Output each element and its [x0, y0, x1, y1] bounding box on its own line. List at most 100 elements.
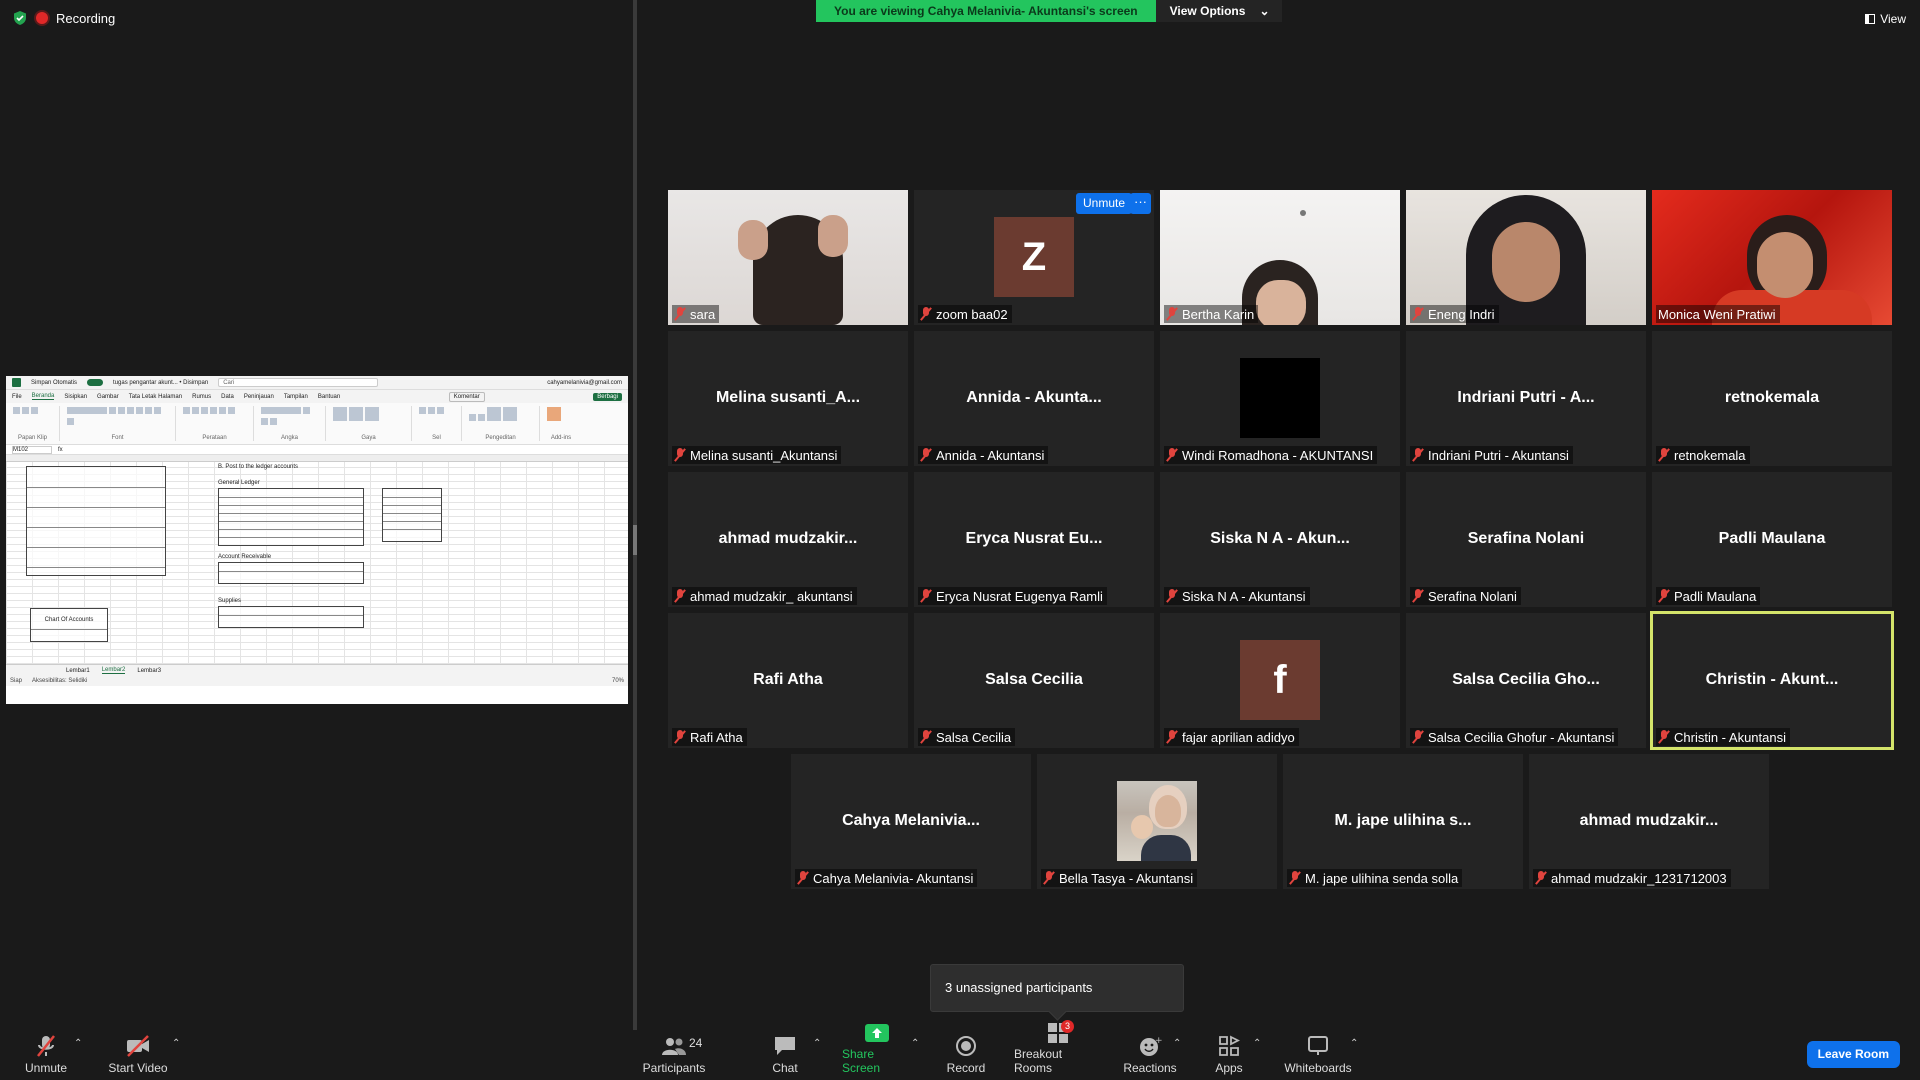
- start-video-button[interactable]: Start Video: [104, 1030, 172, 1080]
- apps-button[interactable]: Apps: [1213, 1030, 1245, 1080]
- share-options-caret-icon[interactable]: ⌃: [911, 1038, 919, 1049]
- participant-name-label: Siska N A - Akuntansi: [1164, 587, 1310, 605]
- view-button[interactable]: View: [1865, 12, 1906, 26]
- participant-display-name: Eryca Nusrat Eu...: [965, 530, 1103, 547]
- chat-options-caret-icon[interactable]: ⌃: [813, 1038, 821, 1049]
- more-options-button[interactable]: ···: [1130, 193, 1151, 214]
- reactions-icon: +: [1137, 1034, 1163, 1058]
- share-screen-label: Share Screen: [842, 1047, 881, 1075]
- avatar: Z: [994, 217, 1074, 297]
- mic-muted-icon: [920, 307, 932, 321]
- participant-name: M. jape ulihina senda solla: [1305, 870, 1459, 886]
- reactions-button[interactable]: + Reactions: [1123, 1030, 1177, 1080]
- participant-tile[interactable]: Serafina Nolani Serafina Nolani: [1406, 472, 1646, 607]
- participant-tile[interactable]: Bella Tasya - Akuntansi: [1037, 754, 1277, 889]
- participant-name-label: ahmad mudzakir_ akuntansi: [672, 587, 857, 605]
- view-options-button[interactable]: View Options ⌄: [1155, 0, 1282, 22]
- unmute-participant-button[interactable]: Unmute: [1076, 193, 1133, 214]
- chat-label: Chat: [772, 1061, 798, 1075]
- participant-tile[interactable]: M. jape ulihina s... M. jape ulihina send…: [1283, 754, 1523, 889]
- start-video-label: Start Video: [108, 1061, 168, 1075]
- participant-name: ahmad mudzakir_ akuntansi: [690, 588, 853, 604]
- breakout-rooms-icon: 3: [1045, 1020, 1075, 1044]
- excel-table-title: Supplies: [218, 598, 242, 604]
- mic-muted-icon: [1166, 589, 1178, 603]
- excel-formula-bar: M102 fx: [6, 445, 628, 455]
- participant-tile[interactable]: Padli Maulana Padli Maulana: [1652, 472, 1892, 607]
- participant-display-name: Padli Maulana: [1718, 530, 1826, 547]
- participant-name-label: Bertha Karin: [1164, 305, 1259, 323]
- whiteboards-options-caret-icon[interactable]: ⌃: [1350, 1038, 1358, 1049]
- participants-button[interactable]: 24 Participants: [640, 1030, 708, 1080]
- ribbon-group-label: Gaya: [361, 435, 376, 441]
- chat-button[interactable]: Chat: [770, 1030, 800, 1080]
- participant-display-name: Serafina Nolani: [1467, 530, 1585, 547]
- whiteboards-label: Whiteboards: [1284, 1061, 1352, 1075]
- participant-tile[interactable]: Christin - Akunt... Christin - Akuntansi: [1650, 611, 1894, 750]
- recording-indicator[interactable]: Recording: [12, 10, 115, 26]
- mic-muted-icon: [674, 307, 686, 321]
- participant-tile[interactable]: Melina susanti_A... Melina susanti_Akunta…: [668, 331, 908, 466]
- breakout-rooms-button[interactable]: 3 Breakout Rooms: [1014, 1020, 1102, 1080]
- whiteboards-button[interactable]: Whiteboards: [1283, 1030, 1353, 1080]
- participant-tile[interactable]: Annida - Akunta... Annida - Akuntansi: [914, 331, 1154, 466]
- participant-tile[interactable]: Rafi Atha Rafi Atha: [668, 613, 908, 748]
- accounts-list-table: [382, 488, 442, 542]
- participant-tile[interactable]: ahmad mudzakir... ahmad mudzakir_ akuntan…: [668, 472, 908, 607]
- video-options-caret-icon[interactable]: ⌃: [172, 1038, 180, 1049]
- participant-tile[interactable]: retnokemala retnokemala: [1652, 331, 1892, 466]
- share-screen-button[interactable]: Share Screen: [842, 1024, 912, 1080]
- excel-account: cahyamelanivia@gmail.com: [547, 379, 622, 386]
- mic-muted-icon: [1166, 448, 1178, 462]
- participant-name: Eryca Nusrat Eugenya Ramli: [936, 588, 1103, 604]
- participant-name: sara: [690, 306, 716, 322]
- mic-muted-icon: [1412, 307, 1424, 321]
- leave-room-button[interactable]: Leave Room: [1806, 1041, 1900, 1068]
- mic-muted-icon: [674, 589, 686, 603]
- excel-tab: Data: [221, 393, 234, 400]
- participant-tile[interactable]: Siska N A - Akun... Siska N A - Akuntansi: [1160, 472, 1400, 607]
- mic-muted-icon: [920, 589, 932, 603]
- record-button[interactable]: Record: [946, 1030, 986, 1080]
- excel-name-box: M102: [12, 445, 52, 454]
- participant-display-name: retnokemala: [1724, 389, 1820, 406]
- whiteboard-icon: [1305, 1034, 1331, 1058]
- zoom-meeting-window: Recording Simpan Otomatis tugas penganta…: [0, 0, 1920, 1080]
- apps-icon: [1216, 1034, 1242, 1058]
- participant-tile[interactable]: Indriani Putri - A... Indriani Putri - Ak…: [1406, 331, 1646, 466]
- participant-tile[interactable]: Windi Romadhona - AKUNTANSI: [1160, 331, 1400, 466]
- excel-table-title: Account Receivable: [218, 554, 272, 560]
- participant-tile[interactable]: Bertha Karin: [1160, 190, 1400, 325]
- excel-search-input: Cari: [218, 378, 379, 387]
- participant-name-label: Serafina Nolani: [1410, 587, 1521, 605]
- reactions-options-caret-icon[interactable]: ⌃: [1173, 1038, 1181, 1049]
- participant-tile[interactable]: ahmad mudzakir... ahmad mudzakir_12317120…: [1529, 754, 1769, 889]
- participant-name-label: Cahya Melanivia- Akuntansi: [795, 869, 978, 887]
- audio-options-caret-icon[interactable]: ⌃: [74, 1038, 82, 1049]
- participant-name: Salsa Cecilia Ghofur - Akuntansi: [1428, 729, 1615, 745]
- participant-display-name: Melina susanti_A...: [715, 389, 861, 406]
- pane-divider[interactable]: [633, 0, 637, 1030]
- participant-name: Windi Romadhona - AKUNTANSI: [1182, 447, 1374, 463]
- participant-name: retnokemala: [1674, 447, 1746, 463]
- mic-muted-icon: [1289, 871, 1301, 885]
- participant-name-label: Padli Maulana: [1656, 587, 1761, 605]
- participant-name-label: Salsa Cecilia: [918, 728, 1016, 746]
- participant-tile[interactable]: Eryca Nusrat Eu... Eryca Nusrat Eugenya R…: [914, 472, 1154, 607]
- shared-excel-screen[interactable]: Simpan Otomatis tugas pengantar akunt...…: [6, 376, 628, 704]
- participant-tile[interactable]: f fajar aprilian adidyo: [1160, 613, 1400, 748]
- excel-titlebar: Simpan Otomatis tugas pengantar akunt...…: [6, 376, 628, 390]
- participant-tile[interactable]: Cahya Melanivia... Cahya Melanivia- Akunt…: [791, 754, 1031, 889]
- participant-tile[interactable]: Salsa Cecilia Gho... Salsa Cecilia Ghofur…: [1406, 613, 1646, 748]
- excel-tab: File: [12, 393, 22, 400]
- participant-tile[interactable]: sara: [668, 190, 908, 325]
- participant-tile[interactable]: Monica Weni Pratiwi: [1652, 190, 1892, 325]
- participant-display-name: Salsa Cecilia Gho...: [1452, 671, 1600, 688]
- participant-tile[interactable]: Salsa Cecilia Salsa Cecilia: [914, 613, 1154, 748]
- participant-tile[interactable]: Eneng Indri: [1406, 190, 1646, 325]
- apps-options-caret-icon[interactable]: ⌃: [1253, 1038, 1261, 1049]
- participant-name-label: Eneng Indri: [1410, 305, 1499, 323]
- record-icon: [953, 1034, 979, 1058]
- unmute-button[interactable]: Unmute: [20, 1030, 72, 1080]
- pane-divider-handle[interactable]: [633, 525, 637, 555]
